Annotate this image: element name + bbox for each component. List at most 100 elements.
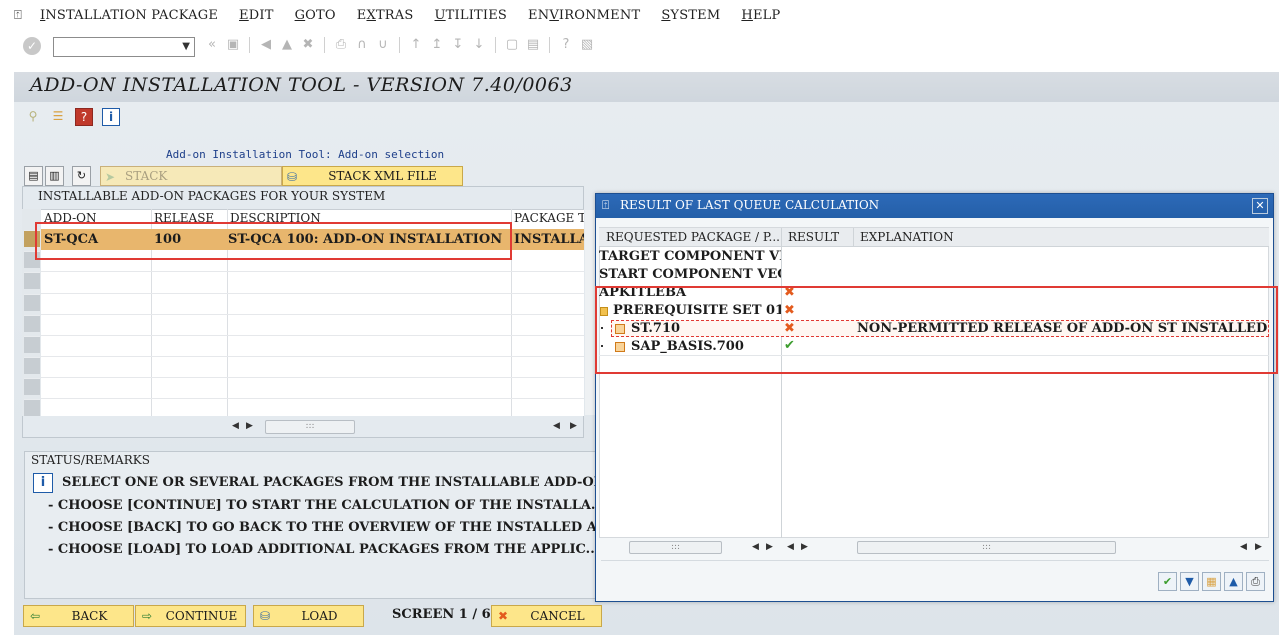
menu-system[interactable]: System xyxy=(661,8,720,23)
help-icon[interactable]: ? xyxy=(558,37,574,53)
refresh-icon[interactable]: ↻ xyxy=(72,166,91,186)
select-all-icon[interactable]: ▤ xyxy=(24,166,43,186)
mnemonic-letter: E xyxy=(239,8,249,23)
info-icon[interactable]: i xyxy=(102,108,120,126)
row-divider xyxy=(41,377,584,378)
mnemonic-letter: v xyxy=(549,8,559,23)
log-icon[interactable]: ☰ xyxy=(50,108,66,124)
chevron-down-icon[interactable]: ▼ xyxy=(182,41,190,52)
scroll-right-icon[interactable]: ▶ xyxy=(570,421,577,431)
toolbar-divider xyxy=(399,37,400,53)
row-selector[interactable] xyxy=(24,294,40,311)
menu-edit[interactable]: Edit xyxy=(239,8,274,23)
toolbar-divider xyxy=(549,37,550,53)
column-header-package-type[interactable]: Package T xyxy=(514,211,584,225)
continue-label: Continue xyxy=(165,609,238,623)
load-icon: ⛁ xyxy=(259,609,271,623)
shortcut-icon[interactable]: ▤ xyxy=(525,37,541,53)
mnemonic-letter: S xyxy=(661,8,671,23)
scroll-left-icon[interactable]: ◀ xyxy=(232,421,239,431)
continue-button[interactable]: ⇨ Continue xyxy=(135,605,246,627)
menu-utilities[interactable]: Utilities xyxy=(435,8,508,23)
row-selector[interactable] xyxy=(24,336,40,353)
row-selector[interactable] xyxy=(24,315,40,332)
row-selector[interactable] xyxy=(24,378,40,395)
find-icon[interactable]: ∩ xyxy=(354,37,370,53)
last-page-icon[interactable]: ↓ xyxy=(471,37,487,53)
save-icon[interactable]: ▣ xyxy=(225,37,241,53)
enter-check-icon[interactable]: ✓ xyxy=(23,37,41,55)
close-icon[interactable]: ✕ xyxy=(1252,198,1268,214)
cancel-icon[interactable]: ✖ xyxy=(300,37,316,53)
scroll-right-icon[interactable]: ▶ xyxy=(801,542,808,552)
menu-help[interactable]: Help xyxy=(741,8,780,23)
find-next-icon[interactable]: ∪ xyxy=(375,37,391,53)
toolbar-divider xyxy=(495,37,496,53)
row-divider xyxy=(41,398,584,399)
back-button[interactable]: ⇦ Back xyxy=(23,605,134,627)
scroll-left-icon[interactable]: ◀ xyxy=(553,421,560,431)
menu-environment[interactable]: Environment xyxy=(528,8,640,23)
mnemonic-letter: G xyxy=(294,8,306,23)
layout-menu-icon[interactable]: ▧ xyxy=(579,37,595,53)
status-line: - Choose [Load] to load additional packa… xyxy=(48,542,595,557)
cancel-button[interactable]: ✖ Cancel xyxy=(491,605,602,627)
expand-down-icon[interactable]: ▼ xyxy=(1180,572,1199,591)
back-icon[interactable]: ◀ xyxy=(258,37,274,53)
menu-installation-package[interactable]: Installation Package xyxy=(40,8,218,23)
info-icon: i xyxy=(33,473,53,493)
scroll-left-icon[interactable]: ◀ xyxy=(787,542,794,552)
row-selector[interactable] xyxy=(24,399,40,416)
row-divider xyxy=(41,293,584,294)
horizontal-scrollbar[interactable]: ::: xyxy=(857,541,1116,554)
next-page-icon[interactable]: ↧ xyxy=(450,37,466,53)
confirm-icon[interactable]: ✔ xyxy=(1158,572,1177,591)
scroll-right-icon[interactable]: ▶ xyxy=(766,542,773,552)
toolbar-divider xyxy=(249,37,250,53)
column-header-requested-package[interactable]: Requested Package / P... xyxy=(606,230,780,244)
cancel-label: Cancel xyxy=(530,609,585,623)
menu-extras[interactable]: Extras xyxy=(357,8,414,23)
dialog-title: Result of Last Queue Calculation xyxy=(620,198,880,212)
menu-goto[interactable]: Goto xyxy=(295,8,336,23)
print-icon[interactable]: ⎙ xyxy=(333,37,349,53)
mnemonic-letter: H xyxy=(741,8,753,23)
exit-icon[interactable]: ▲ xyxy=(279,37,295,53)
new-session-icon[interactable]: ▢ xyxy=(504,37,520,53)
horizontal-scrollbar[interactable]: ::: xyxy=(265,420,355,434)
load-button[interactable]: ⛁ Load xyxy=(253,605,364,627)
column-header-result[interactable]: Result xyxy=(788,230,839,244)
status-line: - Choose [Continue] to start the calcula… xyxy=(48,498,595,513)
back-label: Back xyxy=(71,609,108,623)
tree-node[interactable]: Start Component Vect xyxy=(599,267,781,282)
stack-xml-file-button[interactable]: ⛁ Stack XML File xyxy=(282,166,463,186)
double-chevron-left-icon[interactable]: « xyxy=(204,37,220,53)
column-header-explanation[interactable]: Explanation xyxy=(860,230,954,244)
question-icon[interactable]: ? xyxy=(75,108,93,126)
continue-icon: ⇨ xyxy=(141,609,153,623)
page-title: Add-On Installation Tool - Version 7.40/… xyxy=(30,74,573,96)
scroll-right-icon[interactable]: ▶ xyxy=(1255,542,1262,552)
toolbar-divider xyxy=(324,37,325,53)
stack-configuration-button[interactable]: ➤ Stack Configuration xyxy=(100,166,282,201)
row-selector[interactable] xyxy=(24,272,40,289)
deselect-all-icon[interactable]: ▥ xyxy=(45,166,64,186)
hierarchy-icon[interactable]: ▦ xyxy=(1202,572,1221,591)
horizontal-scrollbar[interactable]: ::: xyxy=(629,541,722,554)
table-caption: Installable Add-On Packages for Your Sys… xyxy=(38,189,386,203)
highlight-box xyxy=(35,222,512,260)
print-icon[interactable]: ⎙ xyxy=(1246,572,1265,591)
tree-node[interactable]: Target Component Vec xyxy=(599,249,781,264)
scroll-left-icon[interactable]: ◀ xyxy=(1240,542,1247,552)
first-page-icon[interactable]: ↑ xyxy=(408,37,424,53)
back-icon: ⇦ xyxy=(29,609,41,623)
scroll-right-icon[interactable]: ▶ xyxy=(246,421,253,431)
collapse-up-icon[interactable]: ▲ xyxy=(1224,572,1243,591)
exit-menu-icon[interactable]: ⍐ xyxy=(14,8,30,24)
row-selector[interactable] xyxy=(24,357,40,374)
scroll-left-icon[interactable]: ◀ xyxy=(752,542,759,552)
command-field[interactable]: ▼ xyxy=(53,37,195,57)
display-icon[interactable]: ⚲ xyxy=(25,108,41,124)
column-divider xyxy=(853,228,854,247)
previous-page-icon[interactable]: ↥ xyxy=(429,37,445,53)
